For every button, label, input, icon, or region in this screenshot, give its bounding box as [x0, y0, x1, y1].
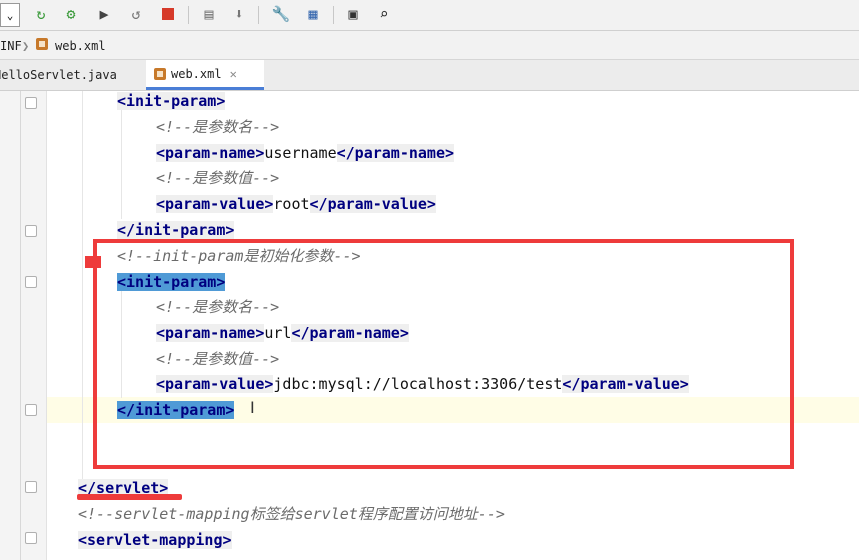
fold-marker[interactable]	[25, 97, 37, 109]
tab-web-xml[interactable]: web.xml ✕	[146, 60, 264, 90]
breadcrumb-folder[interactable]: INF	[0, 39, 22, 53]
red-annotation-box	[93, 239, 794, 469]
xml-text: root	[273, 195, 310, 213]
indent-guide	[121, 109, 122, 219]
gutter	[0, 91, 46, 560]
xml-file-icon	[154, 67, 166, 80]
gutter-border	[46, 91, 47, 560]
code-line[interactable]: <param-name>username</param-name>	[156, 141, 455, 165]
fold-marker[interactable]	[25, 481, 37, 493]
toolbar: ⌄ ↻ ⚙ ▶ ↺ ▤ ⬇ 🔧 ▦ ▣ ⌕	[0, 0, 859, 31]
code-line[interactable]: <servlet-mapping>	[78, 528, 232, 552]
code-line[interactable]: <init-param>	[117, 89, 226, 113]
xml-tag: <param-name>	[156, 144, 265, 162]
xml-tag: </init-param>	[117, 221, 235, 239]
xml-tag: <param-value>	[156, 195, 274, 213]
search-icon[interactable]: ⌕	[373, 3, 395, 25]
toolbar-separator	[258, 6, 259, 24]
code-line[interactable]: <param-value>root</param-value>	[156, 192, 436, 216]
breadcrumb-file[interactable]: web.xml	[55, 39, 106, 53]
dropdown-chevron-icon[interactable]: ⌄	[0, 3, 20, 27]
rerun-icon[interactable]: ↻	[30, 3, 52, 25]
breadcrumb-chevron-icon: ❯	[22, 39, 30, 53]
tab-label: HelloServlet.java	[0, 68, 117, 82]
code-line[interactable]: <!--是参数名-->	[156, 115, 279, 139]
indent-guide	[82, 91, 83, 481]
toolbar-separator	[188, 6, 189, 24]
close-tab-icon[interactable]: ✕	[230, 67, 237, 81]
xml-file-icon	[36, 38, 53, 53]
xml-tag: </param-name>	[336, 144, 455, 162]
breadcrumb: INF ❯ web.xml	[0, 31, 859, 60]
fold-marker[interactable]	[25, 404, 37, 416]
code-editor[interactable]: <init-param> <!--是参数名--> <param-name>use…	[0, 91, 859, 560]
xml-comment: <!--是参数名-->	[156, 118, 280, 136]
toolbar-separator	[333, 6, 334, 24]
xml-tag: <servlet-mapping>	[78, 531, 232, 549]
deploy-icon[interactable]: ⬇	[228, 3, 250, 25]
xml-tag: <init-param>	[117, 92, 226, 110]
code-line[interactable]: <!--servlet-mapping标签给servlet程序配置访问地址-->	[78, 502, 505, 526]
tab-label: web.xml	[171, 66, 222, 81]
debug-bug-icon[interactable]: ⚙	[60, 3, 82, 25]
editor-tabs: HelloServlet.java web.xml ✕	[0, 60, 859, 91]
project-structure-icon[interactable]: ▦	[302, 3, 324, 25]
xml-comment: <!--servlet-mapping标签给servlet程序配置访问地址-->	[78, 505, 505, 523]
stop-icon[interactable]	[157, 3, 179, 25]
fold-marker[interactable]	[25, 276, 37, 288]
gutter-guide	[20, 91, 21, 560]
code-line[interactable]: <!--是参数值-->	[156, 166, 279, 190]
profile-icon[interactable]: ↺	[125, 3, 147, 25]
fold-marker[interactable]	[25, 225, 37, 237]
run-coverage-icon[interactable]: ▶	[93, 3, 115, 25]
build-icon[interactable]: ▤	[198, 3, 220, 25]
xml-text: username	[264, 144, 337, 162]
xml-comment: <!--是参数值-->	[156, 169, 280, 187]
red-annotation-underline	[77, 494, 182, 500]
fold-marker[interactable]	[25, 532, 37, 544]
terminal-window-icon[interactable]: ▣	[342, 3, 364, 25]
red-annotation-mark	[85, 256, 101, 268]
wrench-icon[interactable]: 🔧	[270, 3, 292, 25]
tab-helloservlet[interactable]: HelloServlet.java	[0, 60, 142, 90]
xml-tag: </param-value>	[309, 195, 436, 213]
